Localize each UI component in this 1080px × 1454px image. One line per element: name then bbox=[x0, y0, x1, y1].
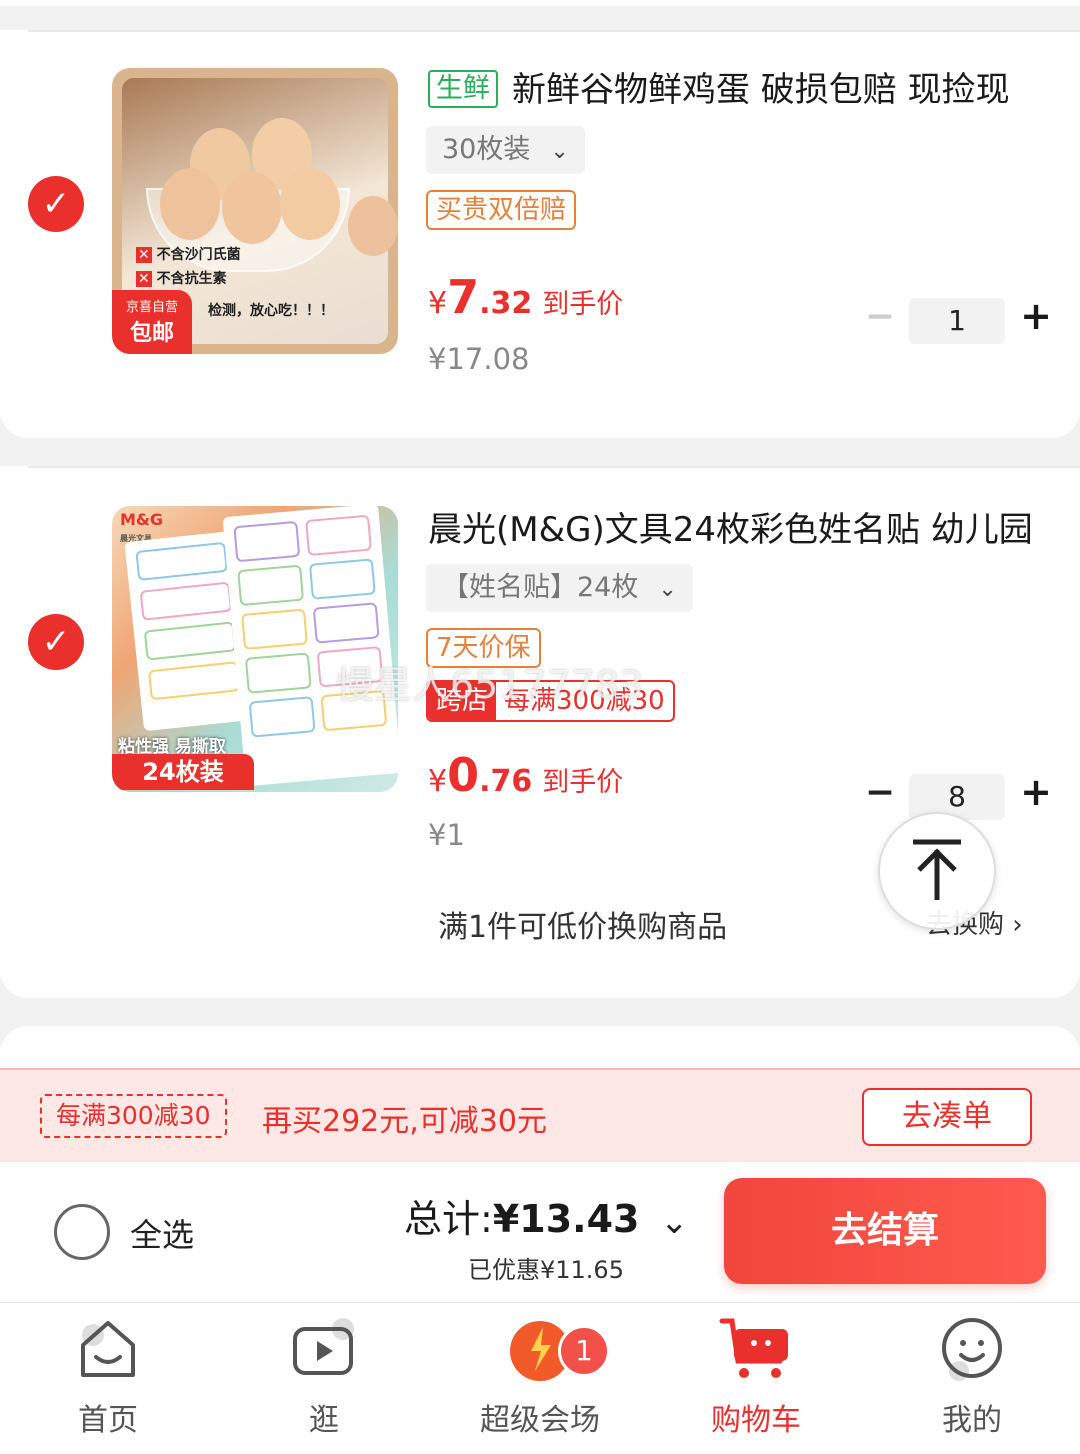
quantity-input[interactable]: 1 bbox=[909, 298, 1005, 344]
cart-icon bbox=[719, 1318, 788, 1378]
nav-item-cart[interactable]: 购物车 bbox=[666, 1313, 846, 1439]
egg bbox=[222, 172, 282, 244]
cart-item-card-eggs: ✓ ✕ 不含沙门氏菌 ✕ 不含抗生素 检测，放心吃！！！ 京喜自营 包邮 生鲜新… bbox=[0, 30, 1080, 438]
sticker-sheet-right bbox=[222, 506, 398, 787]
free-shipping-label: 包邮 bbox=[129, 321, 174, 346]
product-image-eggs[interactable]: ✕ 不含沙门氏菌 ✕ 不含抗生素 检测，放心吃！！！ 京喜自营 包邮 bbox=[112, 68, 398, 354]
image-caption-badge: 24枚装 bbox=[112, 754, 254, 790]
quantity-decrease-button[interactable]: − bbox=[860, 296, 900, 337]
item-checkbox-checked[interactable]: ✓ bbox=[28, 614, 84, 670]
previous-card-bottom bbox=[0, 0, 1080, 6]
discount-amount: 已优惠¥11.65 bbox=[468, 1256, 624, 1284]
image-overlay-line: ✕ 不含沙门氏菌 bbox=[136, 247, 241, 263]
chevron-right-icon: › bbox=[1004, 910, 1023, 940]
original-price: ¥1 bbox=[428, 818, 465, 852]
fresh-tag: 生鲜 bbox=[428, 70, 498, 108]
product-title[interactable]: 晨光(M&G)文具24枚彩色姓名贴 幼儿园 bbox=[428, 502, 1033, 551]
nav-item-mine[interactable]: 我的 bbox=[882, 1313, 1062, 1439]
item-checkbox-checked[interactable]: ✓ bbox=[28, 176, 84, 232]
quantity-increase-button[interactable]: + bbox=[1016, 294, 1056, 338]
nav-label: 我的 bbox=[942, 1403, 1002, 1438]
coupon-tag: 每满300减30 bbox=[40, 1094, 227, 1138]
chevron-down-icon: ⌄ bbox=[550, 139, 569, 164]
spec-selector[interactable]: 30枚装 ⌄ bbox=[426, 126, 585, 174]
scroll-to-top-button[interactable] bbox=[878, 812, 996, 930]
notification-badge: 1 bbox=[558, 1325, 610, 1377]
nav-label: 逛 bbox=[309, 1403, 339, 1438]
jd-self-badge: 京喜自营 包邮 bbox=[112, 290, 192, 354]
chevron-down-icon[interactable]: ⌄ bbox=[660, 1202, 689, 1242]
checkout-bar: 全选 总计:¥13.43 已优惠¥11.65 ⌄ 去结算 bbox=[0, 1162, 1080, 1302]
bottom-nav: 首页 逛 1 超级会场 购物车 我的 bbox=[0, 1302, 1080, 1454]
add-on-items-button[interactable]: 去凑单 bbox=[862, 1088, 1032, 1146]
quantity-decrease-button[interactable]: − bbox=[860, 772, 900, 813]
smiley-icon bbox=[942, 1318, 1002, 1381]
spec-selector[interactable]: 【姓名贴】24枚 ⌄ bbox=[426, 564, 693, 612]
select-all-label[interactable]: 全选 bbox=[130, 1210, 194, 1256]
final-price: ¥0.76 到手价 bbox=[428, 748, 624, 802]
nav-item-browse[interactable]: 逛 bbox=[234, 1313, 414, 1439]
egg bbox=[280, 168, 340, 240]
nav-label: 超级会场 bbox=[480, 1403, 600, 1438]
watermark: 慢星人65177783 bbox=[336, 663, 644, 707]
nav-item-super-venue[interactable]: 1 超级会场 bbox=[450, 1313, 630, 1439]
total-price: 总计:¥13.43 bbox=[404, 1197, 640, 1241]
promo-bar: 每满300减30 再买292元,可减30元 去凑单 bbox=[0, 1068, 1080, 1164]
checkout-button[interactable]: 去结算 bbox=[724, 1178, 1046, 1284]
video-play-icon bbox=[293, 1318, 354, 1375]
product-title[interactable]: 生鲜 新鲜谷物鲜鸡蛋 破损包赔 现捡现 bbox=[428, 62, 1010, 111]
home-icon bbox=[81, 1321, 135, 1377]
nav-label: 购物车 bbox=[711, 1403, 801, 1438]
select-all-checkbox[interactable] bbox=[54, 1204, 110, 1260]
final-price: ¥7.32 到手价 bbox=[428, 270, 624, 324]
egg bbox=[160, 168, 220, 240]
exchange-purchase-text: 满1件可低价换购商品 bbox=[438, 910, 728, 945]
quantity-increase-button[interactable]: + bbox=[1016, 770, 1056, 814]
nav-label: 首页 bbox=[78, 1403, 138, 1438]
chevron-down-icon: ⌄ bbox=[658, 577, 677, 602]
image-overlay-line: ✕ 不含抗生素 bbox=[136, 271, 227, 287]
image-overlay-line: 检测，放心吃！！！ bbox=[208, 303, 334, 319]
jd-self-label: 京喜自营 bbox=[125, 300, 178, 315]
product-image-stickers[interactable]: M&G 晨光文具 粘性强 易撕取 24枚装 bbox=[112, 506, 398, 792]
promo-message: 再买292元,可减30元 bbox=[262, 1104, 547, 1139]
nav-item-home[interactable]: 首页 bbox=[18, 1313, 198, 1439]
arrow-up-icon bbox=[913, 839, 961, 900]
original-price: ¥17.08 bbox=[428, 342, 530, 376]
egg bbox=[348, 196, 398, 256]
double-compensation-badge: 买贵双倍赔 bbox=[426, 190, 577, 230]
